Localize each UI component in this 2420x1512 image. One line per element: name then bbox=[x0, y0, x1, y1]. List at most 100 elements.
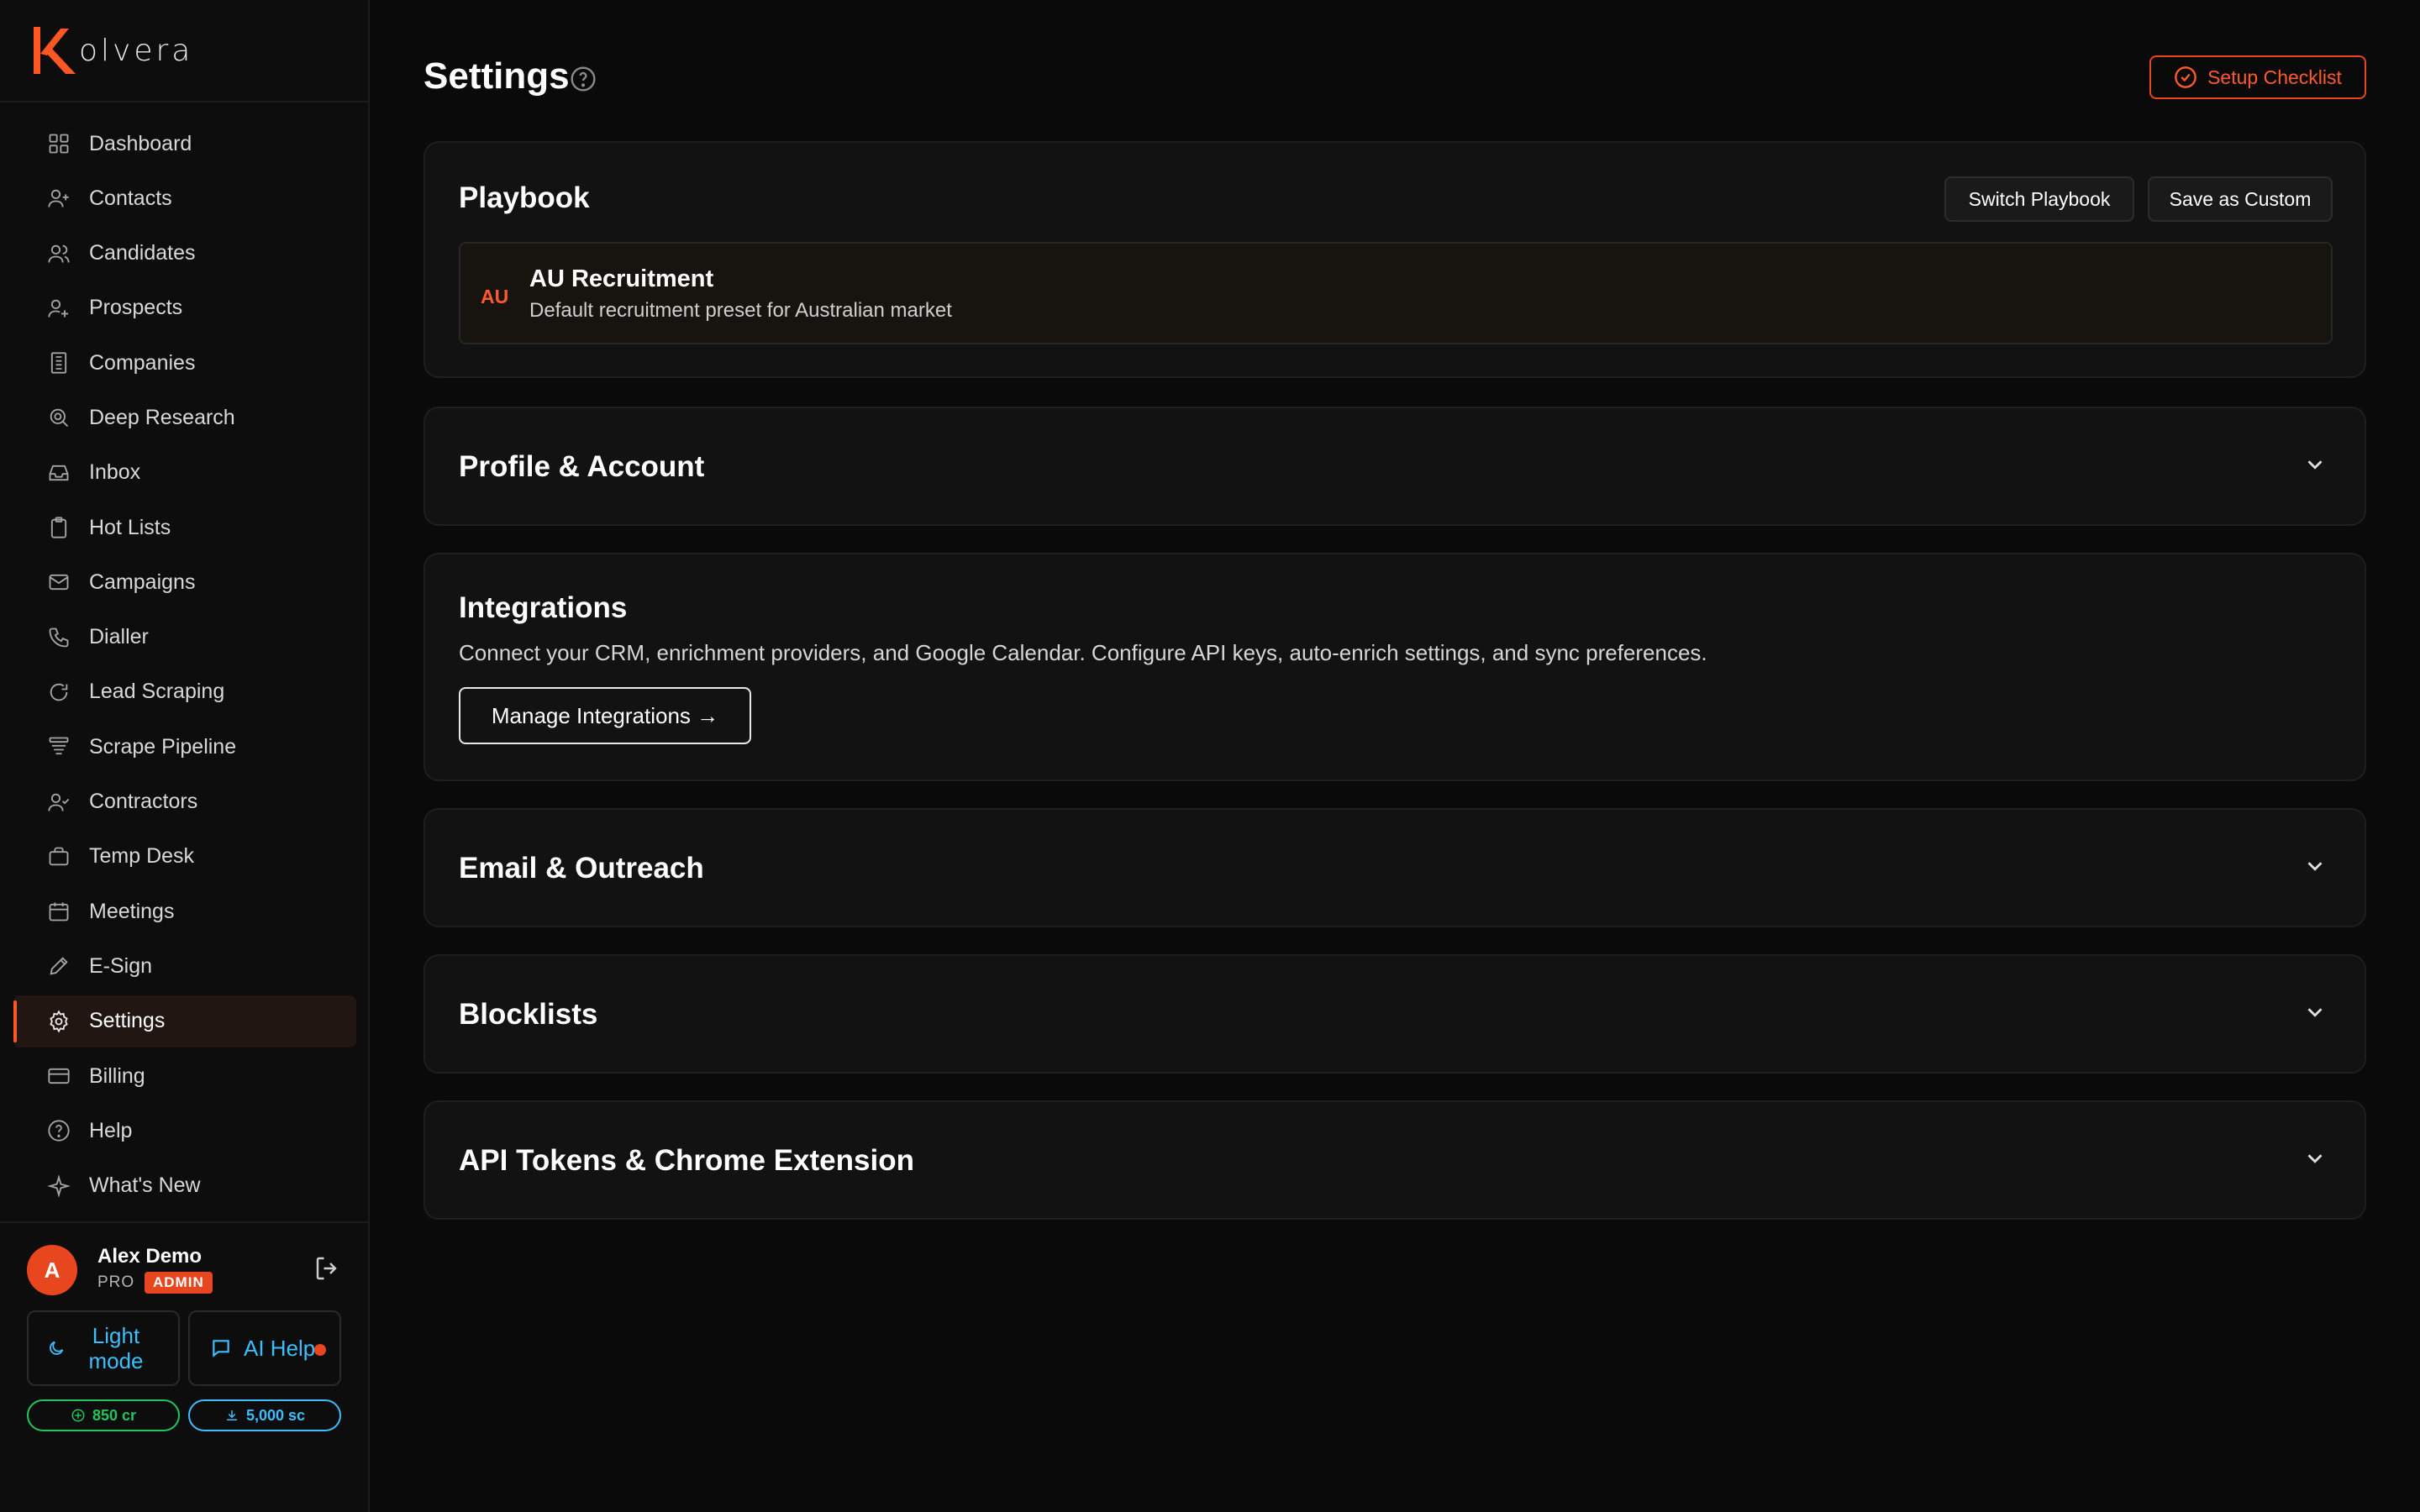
chevron-down-icon[interactable] bbox=[2302, 1000, 2328, 1025]
sidebar-item-whats-new[interactable]: What's New bbox=[13, 1160, 356, 1212]
sidebar: olvera Dashboard Contacts Candidates Pro… bbox=[0, 0, 370, 1512]
sidebar-item-candidates[interactable]: Candidates bbox=[13, 228, 356, 280]
scrape-credits-value: 5,000 sc bbox=[245, 1406, 306, 1424]
sidebar-item-billing[interactable]: Billing bbox=[13, 1050, 356, 1102]
sidebar-item-label: Inbox bbox=[89, 460, 141, 485]
mail-icon bbox=[47, 570, 71, 594]
sidebar-item-deep-research[interactable]: Deep Research bbox=[13, 391, 356, 444]
search-doc-icon bbox=[47, 406, 71, 429]
sidebar-item-label: Deep Research bbox=[89, 405, 235, 429]
sidebar-item-meetings[interactable]: Meetings bbox=[13, 885, 356, 937]
preset-code: AU bbox=[481, 286, 509, 307]
sidebar-item-label: Settings bbox=[89, 1009, 166, 1033]
sidebar-item-companies[interactable]: Companies bbox=[13, 337, 356, 389]
integrations-description: Connect your CRM, enrichment providers, … bbox=[459, 640, 1707, 665]
sidebar-item-label: E-Sign bbox=[89, 953, 153, 978]
sidebar-divider bbox=[0, 101, 368, 102]
coin-icon bbox=[71, 1409, 85, 1422]
sidebar-item-settings[interactable]: Settings bbox=[13, 995, 356, 1047]
sidebar-nav: Dashboard Contacts Candidates Prospects … bbox=[13, 118, 356, 1215]
chat-icon bbox=[213, 1340, 229, 1357]
sidebar-item-label: Dashboard bbox=[89, 131, 192, 155]
email-outreach-section[interactable]: Email & Outreach bbox=[424, 808, 2366, 927]
sidebar-item-label: Prospects bbox=[89, 296, 183, 320]
sidebar-item-inbox[interactable]: Inbox bbox=[13, 447, 356, 499]
chevron-down-icon[interactable] bbox=[2302, 1146, 2328, 1171]
notification-dot bbox=[314, 1344, 326, 1356]
sidebar-item-contacts[interactable]: Contacts bbox=[13, 172, 356, 224]
setup-checklist-button[interactable]: Setup Checklist bbox=[2149, 55, 2366, 99]
profile-account-section[interactable]: Profile & Account bbox=[424, 407, 2366, 526]
section-title: API Tokens & Chrome Extension bbox=[459, 1144, 914, 1177]
sidebar-item-label: Billing bbox=[89, 1063, 145, 1088]
sidebar-item-label: Companies bbox=[89, 350, 196, 375]
light-mode-button[interactable]: Light mode bbox=[27, 1310, 180, 1386]
credit-card-icon bbox=[47, 1064, 71, 1088]
role-badge: ADMIN bbox=[145, 1272, 213, 1294]
logout-icon[interactable] bbox=[313, 1253, 343, 1284]
blocklists-section[interactable]: Blocklists bbox=[424, 954, 2366, 1074]
chevron-down-icon[interactable] bbox=[2302, 452, 2328, 477]
sidebar-item-label: Meetings bbox=[89, 899, 175, 923]
sidebar-item-temp-desk[interactable]: Temp Desk bbox=[13, 831, 356, 883]
logo-k-icon bbox=[34, 27, 76, 74]
sidebar-item-label: Lead Scraping bbox=[89, 680, 225, 704]
playbook-preset[interactable]: AU AU Recruitment Default recruitment pr… bbox=[459, 242, 2333, 344]
building-icon bbox=[47, 351, 71, 375]
user-add-icon bbox=[47, 297, 71, 320]
credits-badge[interactable]: 850 cr bbox=[27, 1399, 180, 1431]
user-plan: PRO bbox=[97, 1273, 135, 1291]
clipboard-icon bbox=[47, 516, 71, 539]
user-check-icon bbox=[47, 790, 71, 814]
integrations-card: Integrations Connect your CRM, enrichmen… bbox=[424, 553, 2366, 781]
chevron-down-icon[interactable] bbox=[2302, 853, 2328, 879]
check-circle-icon bbox=[2175, 66, 2196, 88]
user-profile: A Alex Demo PRO ADMIN bbox=[27, 1243, 343, 1299]
sidebar-item-label: Temp Desk bbox=[89, 844, 195, 869]
sidebar-item-label: Campaigns bbox=[89, 570, 196, 594]
sidebar-item-contractors[interactable]: Contractors bbox=[13, 776, 356, 828]
sidebar-item-label: What's New bbox=[89, 1173, 201, 1198]
user-plus-icon bbox=[47, 186, 71, 210]
sidebar-item-hot-lists[interactable]: Hot Lists bbox=[13, 501, 356, 554]
sidebar-item-label: Hot Lists bbox=[89, 515, 171, 539]
manage-integrations-button[interactable]: Manage Integrations → bbox=[459, 687, 751, 744]
logo-text: olvera bbox=[79, 33, 194, 68]
section-title: Email & Outreach bbox=[459, 852, 704, 885]
save-as-custom-button[interactable]: Save as Custom bbox=[2148, 176, 2333, 222]
playbook-title: Playbook bbox=[459, 181, 590, 214]
layers-icon bbox=[47, 735, 71, 759]
phone-icon bbox=[47, 626, 71, 649]
sidebar-item-campaigns[interactable]: Campaigns bbox=[13, 556, 356, 608]
sidebar-item-dashboard[interactable]: Dashboard bbox=[13, 118, 356, 170]
app-logo[interactable]: olvera bbox=[32, 24, 193, 77]
pen-icon bbox=[47, 954, 71, 978]
sidebar-item-label: Contractors bbox=[89, 790, 198, 814]
setup-checklist-label: Setup Checklist bbox=[2207, 66, 2342, 88]
sidebar-item-label: Dialler bbox=[89, 625, 149, 649]
page-title: Settings bbox=[424, 55, 570, 97]
avatar[interactable]: A bbox=[27, 1245, 77, 1295]
integrations-title: Integrations bbox=[459, 591, 628, 624]
sidebar-divider bbox=[0, 1221, 368, 1223]
credits-value: 850 cr bbox=[92, 1406, 137, 1424]
section-title: Blocklists bbox=[459, 998, 598, 1031]
ai-help-button[interactable]: AI Help bbox=[188, 1310, 341, 1386]
switch-playbook-button[interactable]: Switch Playbook bbox=[1944, 176, 2134, 222]
download-icon bbox=[226, 1410, 237, 1420]
scrape-credits-badge[interactable]: 5,000 sc bbox=[188, 1399, 341, 1431]
sparkle-icon bbox=[47, 1173, 71, 1198]
users-icon bbox=[47, 242, 71, 265]
help-icon[interactable] bbox=[570, 66, 597, 92]
section-title: Profile & Account bbox=[459, 450, 705, 483]
sidebar-item-lead-scraping[interactable]: Lead Scraping bbox=[13, 666, 356, 718]
sidebar-item-prospects[interactable]: Prospects bbox=[13, 282, 356, 334]
sidebar-item-dialler[interactable]: Dialler bbox=[13, 612, 356, 664]
preset-name: AU Recruitment bbox=[529, 265, 714, 292]
api-tokens-section[interactable]: API Tokens & Chrome Extension bbox=[424, 1100, 2366, 1220]
sidebar-item-e-sign[interactable]: E-Sign bbox=[13, 940, 356, 992]
preset-description: Default recruitment preset for Australia… bbox=[529, 299, 952, 322]
inbox-icon bbox=[47, 461, 71, 485]
sidebar-item-help[interactable]: Help bbox=[13, 1105, 356, 1157]
sidebar-item-scrape-pipeline[interactable]: Scrape Pipeline bbox=[13, 721, 356, 773]
